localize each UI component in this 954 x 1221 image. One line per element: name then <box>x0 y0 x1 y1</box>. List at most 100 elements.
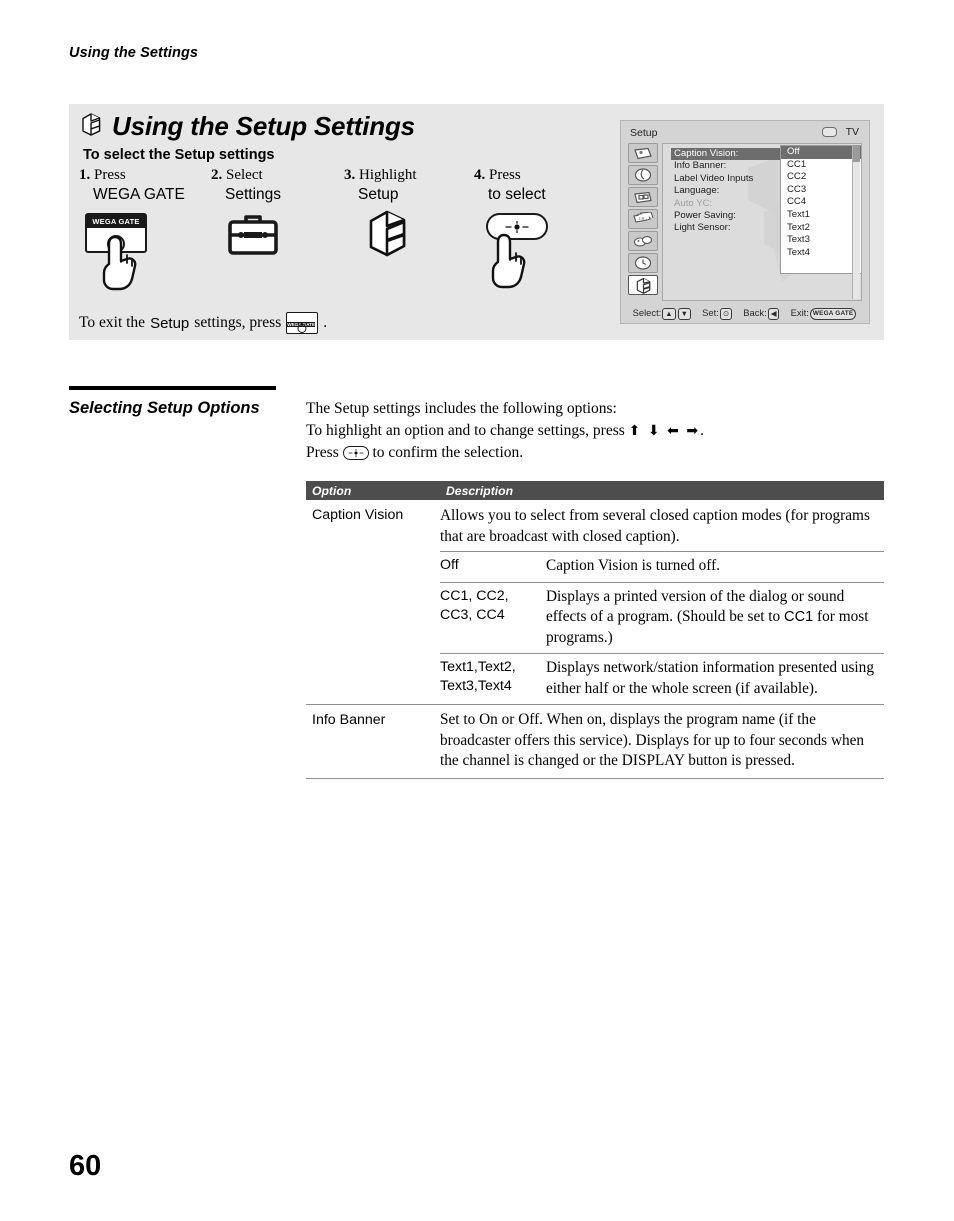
setup-options-table: Option Description Caption Vision Allows… <box>306 481 884 779</box>
osd-icon-parental[interactable] <box>628 231 658 251</box>
step-4: 4. Press to select <box>474 167 548 289</box>
table-cell-option-cc: CC1, CC2, CC3, CC4 <box>440 583 546 654</box>
setup-cube-icon <box>366 209 408 262</box>
exit-note-after: settings, press <box>194 314 282 331</box>
osd-value-text2[interactable]: Text2 <box>781 222 861 235</box>
osd-footer-hints: Select: ▲ ▼ Set: ⊙ Back: ◀ Exit: WEGA GATE <box>621 307 869 320</box>
table-subrow-cc: CC1, CC2, CC3, CC4 Displays a printed ve… <box>440 581 884 654</box>
info-desc-emphasis-on: On <box>479 711 498 728</box>
tv-screen-icon <box>821 127 837 137</box>
osd-icon-setup[interactable] <box>628 275 658 295</box>
table-cell-description-caption-vision: Allows you to select from several closed… <box>440 507 870 545</box>
table-cell-option-caption-vision: Caption Vision <box>312 507 404 523</box>
osd-value-text1[interactable]: Text1 <box>781 209 861 222</box>
exit-note-end: . <box>323 314 328 331</box>
arrow-down-key-icon: ▼ <box>677 308 691 320</box>
osd-value-dropdown: Off CC1 CC2 CC3 CC4 Text1 Text2 Text3 Te… <box>780 145 861 274</box>
step-2-number: 2. <box>211 167 223 183</box>
caption-vision-sub-table: Allows you to select from several closed… <box>440 500 884 704</box>
center-key-icon: ⊙ <box>719 308 733 320</box>
info-desc-emphasis-off: Off <box>518 711 540 728</box>
osd-icon-channel[interactable]: CH <box>628 209 658 229</box>
table-subrow-off: Off Caption Vision is turned off. <box>440 551 884 582</box>
intro-line-1: The Setup settings includes the followin… <box>306 400 617 417</box>
step-1-number: 1. <box>79 167 91 183</box>
step-2-line: 2. Select <box>211 167 281 184</box>
toolbox-icon <box>227 213 279 264</box>
step-3-line: 3. Highlight <box>344 167 417 184</box>
osd-value-cc1[interactable]: CC1 <box>781 159 861 172</box>
intro-line-3-text-2: to confirm the selection. <box>368 444 524 461</box>
intro-line-2-text: To highlight an option and to change set… <box>306 421 629 439</box>
section-heading: Selecting Setup Options <box>69 399 260 417</box>
step-1-verb: Press <box>94 167 126 183</box>
wega-gate-button-with-finger-icon: WEGA GATE <box>79 211 179 293</box>
setup-cube-icon <box>80 112 102 141</box>
info-desc-part-2: or <box>497 711 519 728</box>
intro-line-3-text: Press <box>306 444 343 461</box>
osd-source-label: TV <box>845 126 859 138</box>
wega-gate-key-icon: WEGA GATE <box>809 308 857 320</box>
table-cell-option-cc-text: CC1, CC2, CC3, CC4 <box>440 587 509 623</box>
osd-sidebar-icons: CH <box>628 143 658 301</box>
intro-line-2-period: . <box>700 421 704 439</box>
table-row: Info Banner Set to On or Off. When on, d… <box>306 704 884 779</box>
exit-note: To exit the Setup settings, press WEGA G… <box>79 312 327 334</box>
osd-value-cc3[interactable]: CC3 <box>781 184 861 197</box>
running-head: Using the Settings <box>69 45 199 61</box>
table-cell-description-off: Caption Vision is turned off. <box>546 557 721 574</box>
step-1: 1. Press WEGA GATE WEGA GATE <box>79 167 185 291</box>
cc-desc-emphasis: CC1 <box>784 609 814 625</box>
setup-instructions-panel: Using the Setup Settings To select the S… <box>69 104 884 340</box>
table-cell-option-info-banner: Info Banner <box>312 712 386 728</box>
osd-menu-item-power-saving[interactable]: Power Saving: <box>671 210 781 222</box>
osd-icon-screen[interactable] <box>628 187 658 207</box>
osd-menu-panel: Caption Vision: Info Banner: Label Video… <box>662 143 862 301</box>
osd-menu-items: Caption Vision: Info Banner: Label Video… <box>671 148 781 235</box>
osd-icon-timer[interactable] <box>628 253 658 273</box>
step-2-target: Settings <box>225 186 282 203</box>
osd-menu-item-label-video-inputs[interactable]: Label Video Inputs <box>671 173 781 185</box>
osd-hint-select-label: Select: <box>632 307 662 319</box>
step-4-line: 4. Press <box>474 167 546 184</box>
table-header-row: Option Description <box>306 481 884 500</box>
page-number: 60 <box>69 1150 102 1182</box>
osd-icon-audio[interactable] <box>628 165 658 185</box>
intro-line-2: To highlight an option and to change set… <box>306 420 886 443</box>
tv-osd-screenshot: Setup TV CH Caption Vision: Info Banner:… <box>620 120 870 324</box>
hero-title-row: Using the Setup Settings <box>80 111 415 142</box>
pointing-hand-icon <box>102 235 137 291</box>
osd-hint-exit-label: Exit: <box>790 307 809 319</box>
steps-list: 1. Press WEGA GATE WEGA GATE 2. Select S… <box>69 167 609 307</box>
osd-value-off[interactable]: Off <box>781 146 861 159</box>
svg-text:CH: CH <box>639 216 645 221</box>
osd-value-cc4[interactable]: CC4 <box>781 196 861 209</box>
wega-gate-button-cap-label: WEGA GATE <box>87 215 145 228</box>
hero-subtitle: To select the Setup settings <box>83 147 275 163</box>
exit-note-emphasis: Setup <box>150 314 190 332</box>
osd-hint-set-label: Set: <box>702 307 719 319</box>
table-subrow-text: Text1,Text2, Text3,Text4 Displays networ… <box>440 653 884 704</box>
osd-menu-item-language[interactable]: Language: <box>671 185 781 197</box>
osd-menu-item-caption-vision[interactable]: Caption Vision: <box>671 148 781 161</box>
osd-value-text3[interactable]: Text3 <box>781 234 861 247</box>
osd-scrollbar-thumb[interactable] <box>853 145 860 162</box>
osd-menu-item-light-sensor[interactable]: Light Sensor: <box>671 222 781 234</box>
osd-scrollbar[interactable] <box>852 145 860 299</box>
table-cell-option-off: Off <box>440 557 459 573</box>
step-3-number: 3. <box>344 167 356 183</box>
direction-arrows-icon: ⬆ ⬇ ⬅ ➡ <box>628 423 701 439</box>
osd-value-cc2[interactable]: CC2 <box>781 171 861 184</box>
osd-icon-picture[interactable] <box>628 143 658 163</box>
step-1-target: WEGA GATE <box>93 186 185 203</box>
step-4-number: 4. <box>474 167 486 183</box>
exit-note-before: To exit the <box>79 314 146 331</box>
osd-value-text4[interactable]: Text4 <box>781 247 861 260</box>
table-cell-description-text: Displays network/station information pre… <box>546 659 874 697</box>
osd-source-indicator: TV <box>821 126 859 138</box>
section-rule <box>69 386 276 390</box>
info-desc-part-4: button is pressed. <box>684 752 795 769</box>
info-desc-part-1: Set to <box>440 711 480 728</box>
osd-menu-item-info-banner[interactable]: Info Banner: <box>671 160 781 172</box>
osd-title: Setup <box>630 127 658 139</box>
